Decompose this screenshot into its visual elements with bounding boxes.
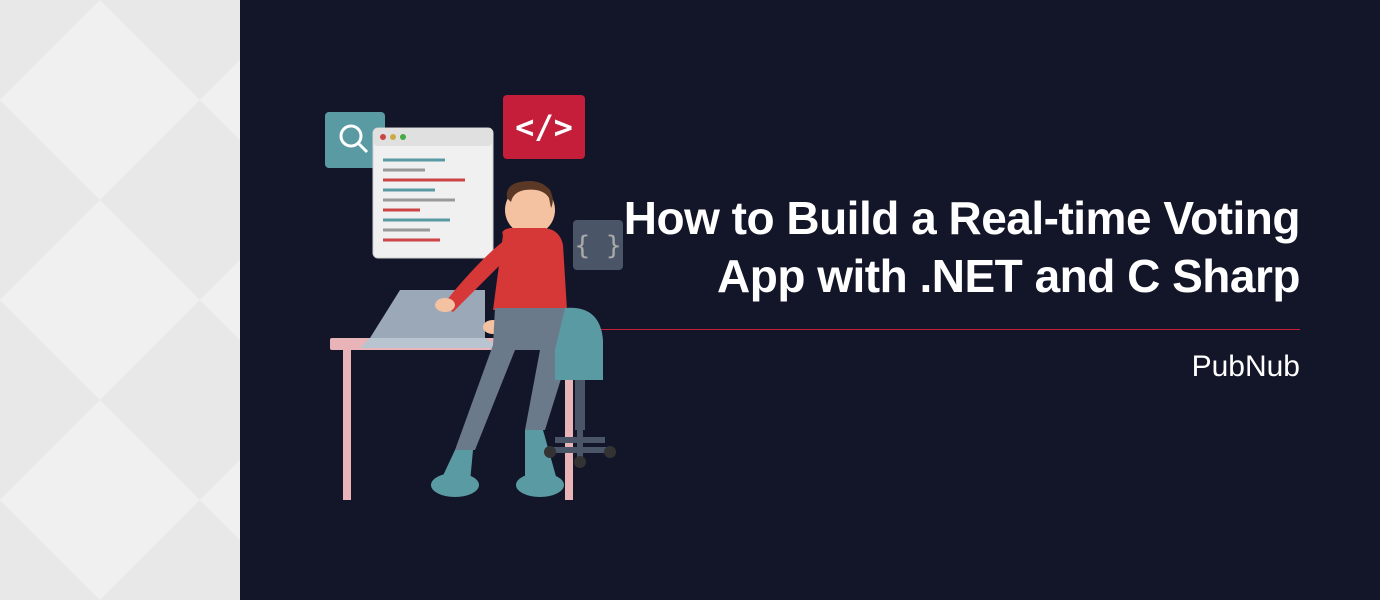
laptop-base: [360, 338, 500, 348]
right-content-panel: </> { }: [240, 0, 1380, 600]
desk-leg-left: [343, 350, 351, 500]
braces-icon: { }: [575, 231, 622, 261]
left-decorative-panel: [0, 0, 240, 600]
window-minimize-icon: [390, 134, 396, 140]
title-line-1: How to Build a Real-time Voting: [624, 192, 1300, 244]
window-close-icon: [380, 134, 386, 140]
code-icon: </>: [515, 108, 573, 146]
developer-illustration: </> { }: [325, 90, 645, 510]
hero-container: </> { }: [0, 0, 1380, 600]
chair-wheel: [544, 446, 556, 458]
person-ear: [541, 214, 551, 222]
chair-base: [550, 430, 610, 460]
chair-pole: [575, 380, 585, 430]
chair-wheel: [574, 456, 586, 468]
person-hand-left: [435, 298, 455, 312]
chair-wheel: [604, 446, 616, 458]
title-line-2: App with .NET and C Sharp: [717, 250, 1300, 302]
window-maximize-icon: [400, 134, 406, 140]
person-shoe-left-top: [440, 450, 473, 482]
